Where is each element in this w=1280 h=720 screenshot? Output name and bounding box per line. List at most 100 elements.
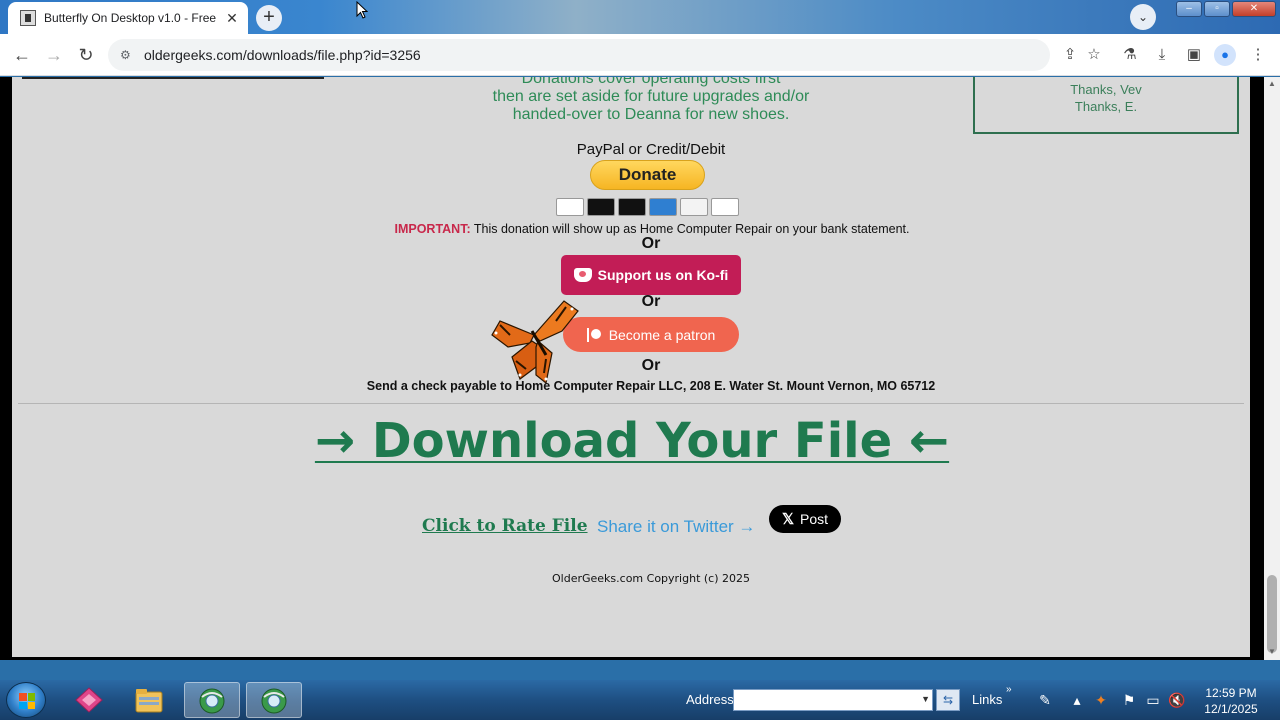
thanks-line-1: Thanks, Vev xyxy=(1070,82,1142,97)
window-controls: – ▫ ✕ xyxy=(1176,1,1276,17)
clock-date: 12/1/2025 xyxy=(1204,702,1258,716)
kofi-button[interactable]: Support us on Ko-fi xyxy=(561,255,741,295)
taskbar-address-input[interactable]: ▼ xyxy=(733,689,933,711)
labs-flask-icon[interactable]: ⚗ xyxy=(1120,45,1140,65)
maestro-card-icon xyxy=(618,198,646,216)
volume-muted-icon[interactable]: 🔇 xyxy=(1168,691,1186,709)
forward-button[interactable]: → xyxy=(42,43,66,67)
rate-file-link[interactable]: Click to Rate File xyxy=(422,516,588,536)
scroll-thumb[interactable] xyxy=(1267,575,1277,653)
page-scrollbar[interactable]: ▲ ▼ xyxy=(1264,77,1280,660)
donations-line-3: handed-over to Deanna for new shoes. xyxy=(512,106,790,123)
profile-avatar-icon[interactable]: ● xyxy=(1214,44,1236,66)
check-instructions: Send a check payable to Home Computer Re… xyxy=(366,379,936,393)
taskbar-browser-1[interactable] xyxy=(184,682,240,718)
pen-tablet-icon[interactable]: ✎ xyxy=(1030,691,1060,709)
important-label: IMPORTANT: xyxy=(394,222,471,236)
scroll-up-icon[interactable]: ▲ xyxy=(1264,79,1280,88)
mouse-cursor-icon xyxy=(356,1,368,19)
minimize-button[interactable]: – xyxy=(1176,1,1202,17)
url-text: oldergeeks.com/downloads/file.php?id=325… xyxy=(144,47,421,63)
reload-icon: ↻ xyxy=(78,45,94,65)
patreon-button[interactable]: Become a patron xyxy=(563,317,739,352)
section-divider xyxy=(18,403,1244,404)
address-go-button[interactable]: ⇆ xyxy=(936,689,960,711)
x-post-label: Post xyxy=(800,511,829,527)
go-arrows-icon: ⇆ xyxy=(942,693,954,707)
jcb-card-icon xyxy=(711,198,739,216)
x-logo-icon: 𝕏 xyxy=(781,511,795,528)
close-tab-icon[interactable]: ✕ xyxy=(224,10,240,27)
browser-titlebar: Butterfly On Desktop v1.0 - Free ✕ + ⌄ –… xyxy=(0,0,1280,34)
share-icon[interactable]: ⇪ xyxy=(1060,45,1080,65)
arrow-right-icon: → xyxy=(45,45,63,65)
taskbar-app-1[interactable] xyxy=(62,682,118,718)
thanks-line-2: Thanks, E. xyxy=(1074,99,1138,114)
patreon-button-label: Become a patron xyxy=(608,326,716,343)
bookmark-star-icon[interactable]: ☆ xyxy=(1084,45,1104,65)
new-tab-button[interactable]: + xyxy=(256,5,282,31)
taskbar-links-label[interactable]: Links xyxy=(972,692,1002,707)
folder-icon xyxy=(135,689,163,713)
important-notice: IMPORTANT: This donation will show up as… xyxy=(212,222,1092,236)
payment-cards xyxy=(556,198,739,216)
dropdown-arrow-icon[interactable]: ▼ xyxy=(921,694,930,704)
share-twitter-link[interactable]: Share it on Twitter → xyxy=(597,517,755,537)
taskbar-clock[interactable]: 12:59 PM 12/1/2025 xyxy=(1196,685,1266,717)
donations-line-2: then are set aside for future upgrades a… xyxy=(492,88,810,105)
copyright-footer: OlderGeeks.com Copyright (c) 2025 xyxy=(552,572,750,585)
address-bar[interactable]: ⚙ oldergeeks.com/downloads/file.php?id=3… xyxy=(108,39,1050,71)
butterfly-tray-icon[interactable]: ✦ xyxy=(1092,691,1110,709)
paypal-label: PayPal or Credit/Debit xyxy=(576,141,726,158)
kofi-cup-icon xyxy=(573,268,592,282)
favicon-icon xyxy=(20,10,36,26)
discover-card-icon xyxy=(680,198,708,216)
taskbar-address-label: Address xyxy=(686,692,734,707)
close-window-button[interactable]: ✕ xyxy=(1232,1,1276,17)
side-panel-icon[interactable]: ▣ xyxy=(1184,45,1204,65)
important-text: This donation will show up as Home Compu… xyxy=(470,222,910,236)
browser-toolbar: ← → ↻ ⚙ oldergeeks.com/downloads/file.ph… xyxy=(0,34,1280,76)
pink-app-icon xyxy=(75,687,103,713)
page-viewport: Donations cover operating costs first th… xyxy=(0,77,1280,660)
reload-button[interactable]: ↻ xyxy=(74,43,98,67)
x-post-button[interactable]: 𝕏 Post xyxy=(769,505,841,533)
page-content: Donations cover operating costs first th… xyxy=(12,77,1250,657)
patreon-icon xyxy=(586,327,601,342)
windows-logo-icon xyxy=(19,693,35,709)
chevron-down-icon: ⌄ xyxy=(1137,10,1149,24)
browser-globe-icon xyxy=(261,688,287,714)
maximize-button[interactable]: ▫ xyxy=(1204,1,1230,17)
browser-tab[interactable]: Butterfly On Desktop v1.0 - Free ✕ xyxy=(8,2,248,34)
donations-info: Donations cover operating costs first th… xyxy=(452,77,850,124)
start-button[interactable] xyxy=(6,682,46,718)
download-icon[interactable]: ⤓ xyxy=(1152,45,1172,65)
tab-title: Butterfly On Desktop v1.0 - Free xyxy=(44,11,216,25)
kofi-button-label: Support us on Ko-fi xyxy=(597,267,729,283)
back-button[interactable]: ← xyxy=(10,43,34,67)
amex-card-icon xyxy=(649,198,677,216)
or-separator-3: Or xyxy=(641,357,661,374)
windows-taskbar: Address ▼ ⇆ Links » ✎ ▴ ✦ ⚑ ▭ 🔇 12:59 PM… xyxy=(0,680,1280,720)
show-hidden-icons[interactable]: ▴ xyxy=(1068,691,1086,709)
arrow-left-icon: ← xyxy=(13,45,31,65)
scroll-down-icon[interactable]: ▼ xyxy=(1264,647,1280,656)
mastercard-icon xyxy=(587,198,615,216)
visa-card-icon xyxy=(556,198,584,216)
thanks-box: Thanks, Vev Thanks, E. xyxy=(973,77,1239,134)
paypal-donate-button[interactable]: Donate xyxy=(590,160,705,190)
menu-kebab-icon[interactable]: ⋮ xyxy=(1248,45,1268,65)
links-chevron-icon[interactable]: » xyxy=(1006,684,1012,695)
or-separator-1: Or xyxy=(641,235,661,252)
network-icon[interactable]: ▭ xyxy=(1144,691,1162,709)
butterfly-icon[interactable] xyxy=(486,295,582,387)
action-center-icon[interactable]: ⚑ xyxy=(1120,691,1138,709)
top-left-divider xyxy=(22,77,324,79)
clock-time: 12:59 PM xyxy=(1205,686,1257,700)
download-file-link[interactable]: → Download Your File ← xyxy=(292,413,972,469)
taskbar-file-explorer[interactable] xyxy=(122,682,178,718)
tab-search-button[interactable]: ⌄ xyxy=(1130,4,1156,30)
taskbar-browser-2[interactable] xyxy=(246,682,302,718)
site-settings-icon[interactable]: ⚙ xyxy=(120,48,134,62)
or-separator-2: Or xyxy=(641,293,661,310)
